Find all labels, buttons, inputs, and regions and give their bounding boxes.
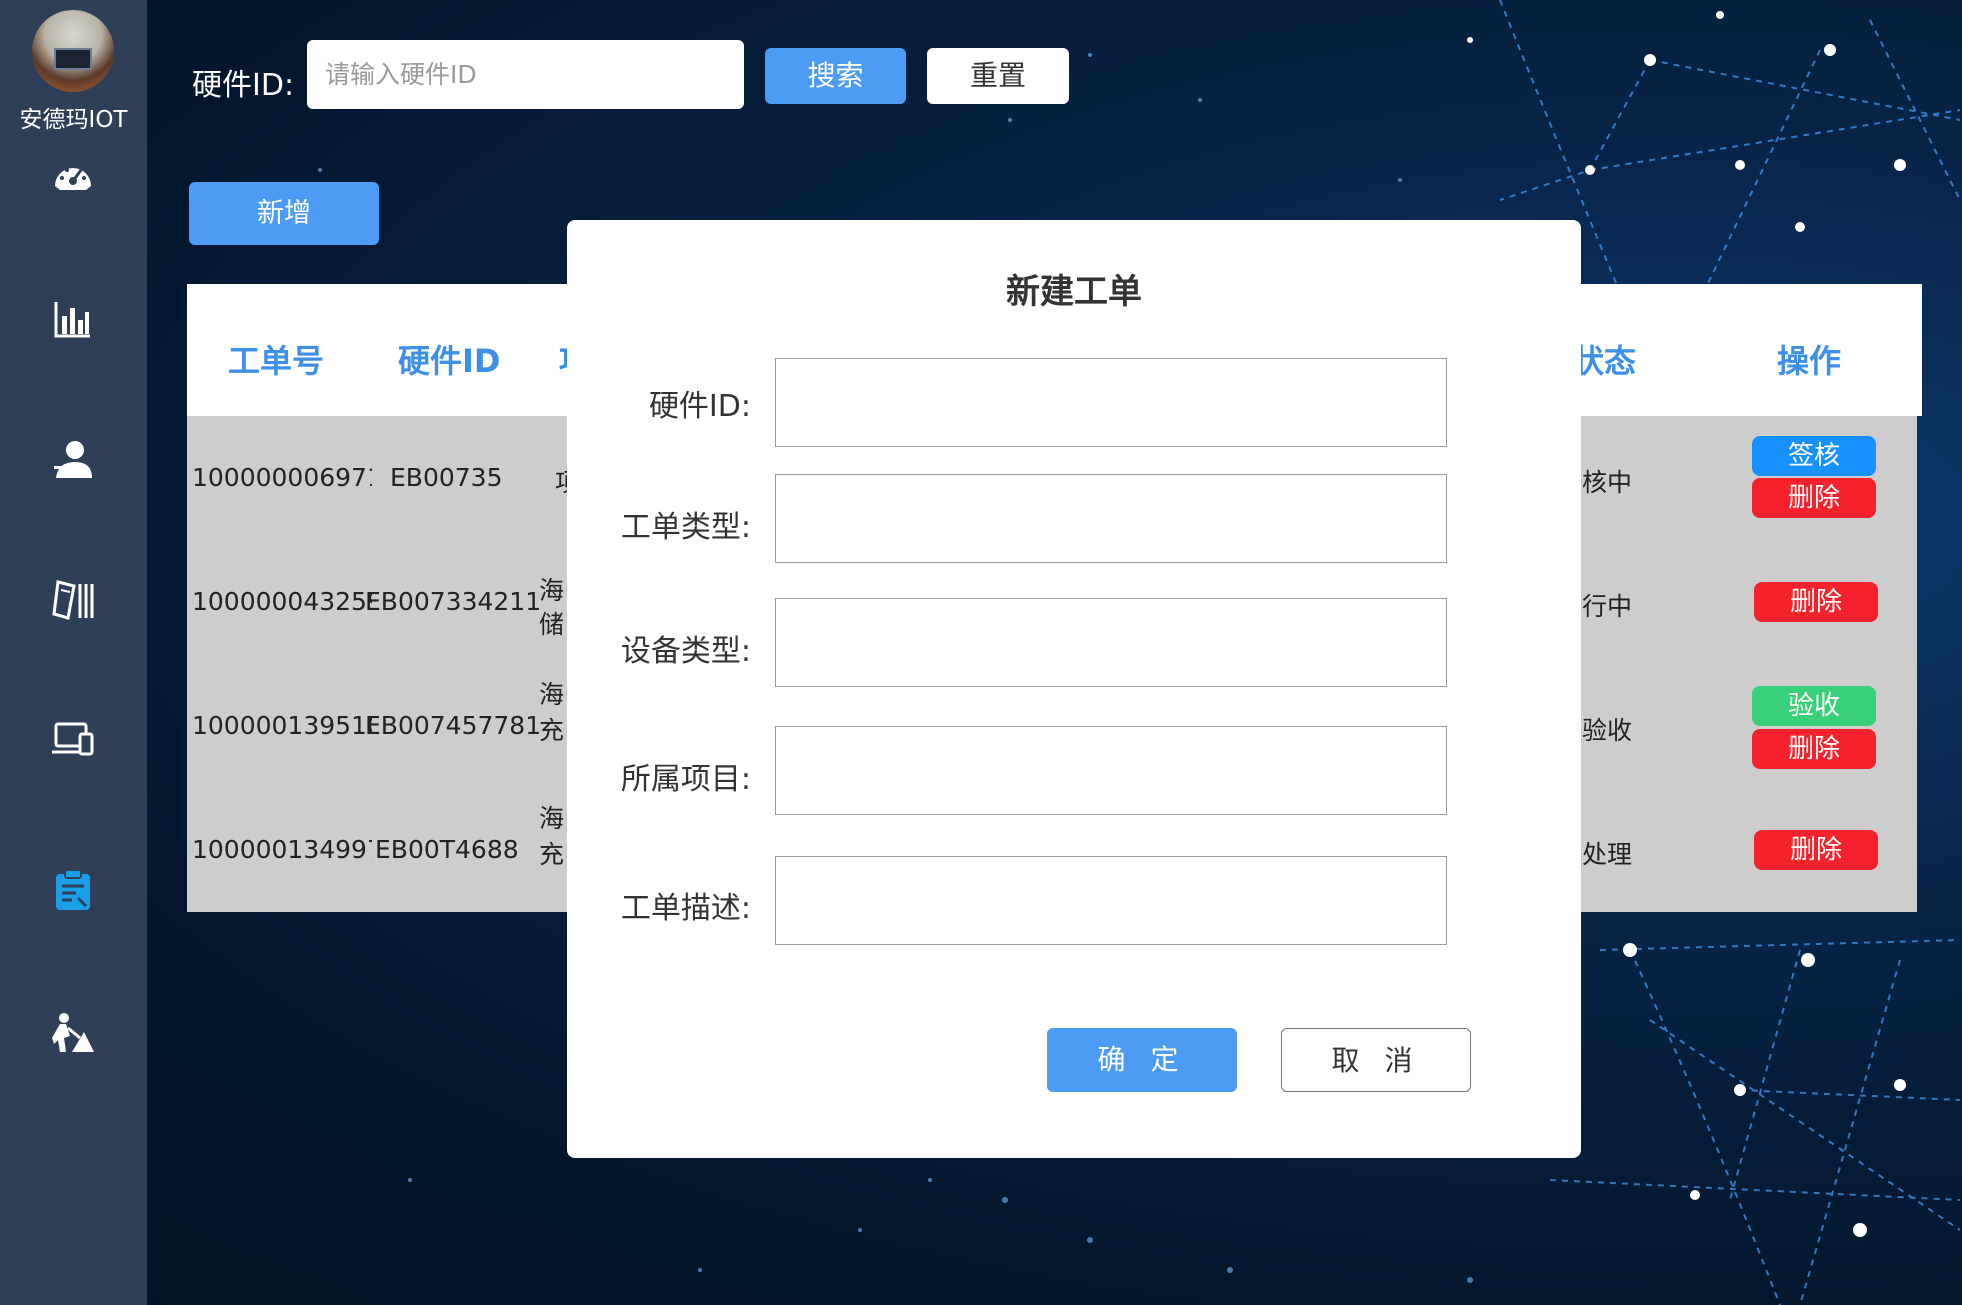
project-cell-line1: 海 <box>539 680 565 709</box>
header-hardware-id: 硬件ID <box>398 342 501 380</box>
order-no-cell: 100000043259 <box>192 587 372 616</box>
user-icon[interactable] <box>50 436 96 482</box>
project-cell-line2: 储 <box>539 610 565 639</box>
hardware-id-cell: EB007334211 <box>365 587 540 616</box>
cancel-button[interactable]: 取 消 <box>1281 1028 1471 1092</box>
delete-button[interactable]: 删除 <box>1754 582 1878 622</box>
hardware-id-cell: EB00T4688 <box>375 835 519 864</box>
order-no-cell: 100000134997 <box>192 835 372 864</box>
order-no-cell: 100000139510 <box>192 711 372 740</box>
accept-button[interactable]: 验收 <box>1752 686 1876 726</box>
delete-button[interactable]: 删除 <box>1754 830 1878 870</box>
project-label: 所属项目: <box>620 762 751 797</box>
new-workorder-dialog: 新建工单 硬件ID: 工单类型: 设备类型: 所属项目: 工单描述: 确 定 取… <box>567 220 1581 1158</box>
confirm-button[interactable]: 确 定 <box>1047 1028 1237 1092</box>
workorder-type-label: 工单类型: <box>620 510 751 545</box>
project-field[interactable] <box>775 726 1447 815</box>
header-order-no: 工单号 <box>228 342 325 380</box>
project-cell-line1: 海 <box>539 576 565 605</box>
workorder-icon[interactable] <box>50 868 96 914</box>
worker-icon[interactable] <box>50 1010 96 1056</box>
hardware-id-field[interactable] <box>775 358 1447 447</box>
approve-button[interactable]: 签核 <box>1752 436 1876 476</box>
project-cell-line2: 充 <box>539 716 565 745</box>
device-icon[interactable] <box>50 716 96 762</box>
delete-button[interactable]: 删除 <box>1752 729 1876 769</box>
status-cell: 处理 <box>1582 840 1633 869</box>
hardware-id-cell: EB00735 <box>390 463 503 492</box>
dialog-title: 新建工单 <box>1006 272 1142 312</box>
reset-button[interactable]: 重置 <box>927 48 1069 104</box>
device-type-field[interactable] <box>775 598 1447 687</box>
header-actions: 操作 <box>1777 342 1842 380</box>
order-no-cell: 100000006971 <box>192 463 372 492</box>
sidebar: 安德玛IOT <box>0 0 147 1305</box>
hardware-id-label: 硬件ID: <box>648 389 751 424</box>
delete-button[interactable]: 删除 <box>1752 478 1876 518</box>
brand-name: 安德玛IOT <box>19 107 128 133</box>
header-status: 状态 <box>1572 342 1637 380</box>
dashboard-icon[interactable] <box>50 156 96 202</box>
avatar[interactable] <box>32 10 114 92</box>
status-cell: 验收 <box>1582 716 1633 745</box>
project-cell-line1: 海 <box>539 804 565 833</box>
add-button[interactable]: 新增 <box>189 182 379 245</box>
description-field[interactable] <box>775 856 1447 945</box>
search-button[interactable]: 搜索 <box>765 48 906 104</box>
workorder-type-field[interactable] <box>775 474 1447 563</box>
status-cell: 核中 <box>1582 468 1633 497</box>
book-icon[interactable] <box>50 576 96 622</box>
project-cell-line2: 充 <box>539 840 565 869</box>
device-type-label: 设备类型: <box>620 634 751 669</box>
bar-chart-icon[interactable] <box>50 296 96 342</box>
hardware-id-search-input[interactable] <box>307 40 744 109</box>
search-label: 硬件ID: <box>192 68 295 103</box>
description-label: 工单描述: <box>620 891 751 926</box>
hardware-id-cell: EB007457781 <box>365 711 540 740</box>
status-cell: 行中 <box>1582 592 1633 621</box>
